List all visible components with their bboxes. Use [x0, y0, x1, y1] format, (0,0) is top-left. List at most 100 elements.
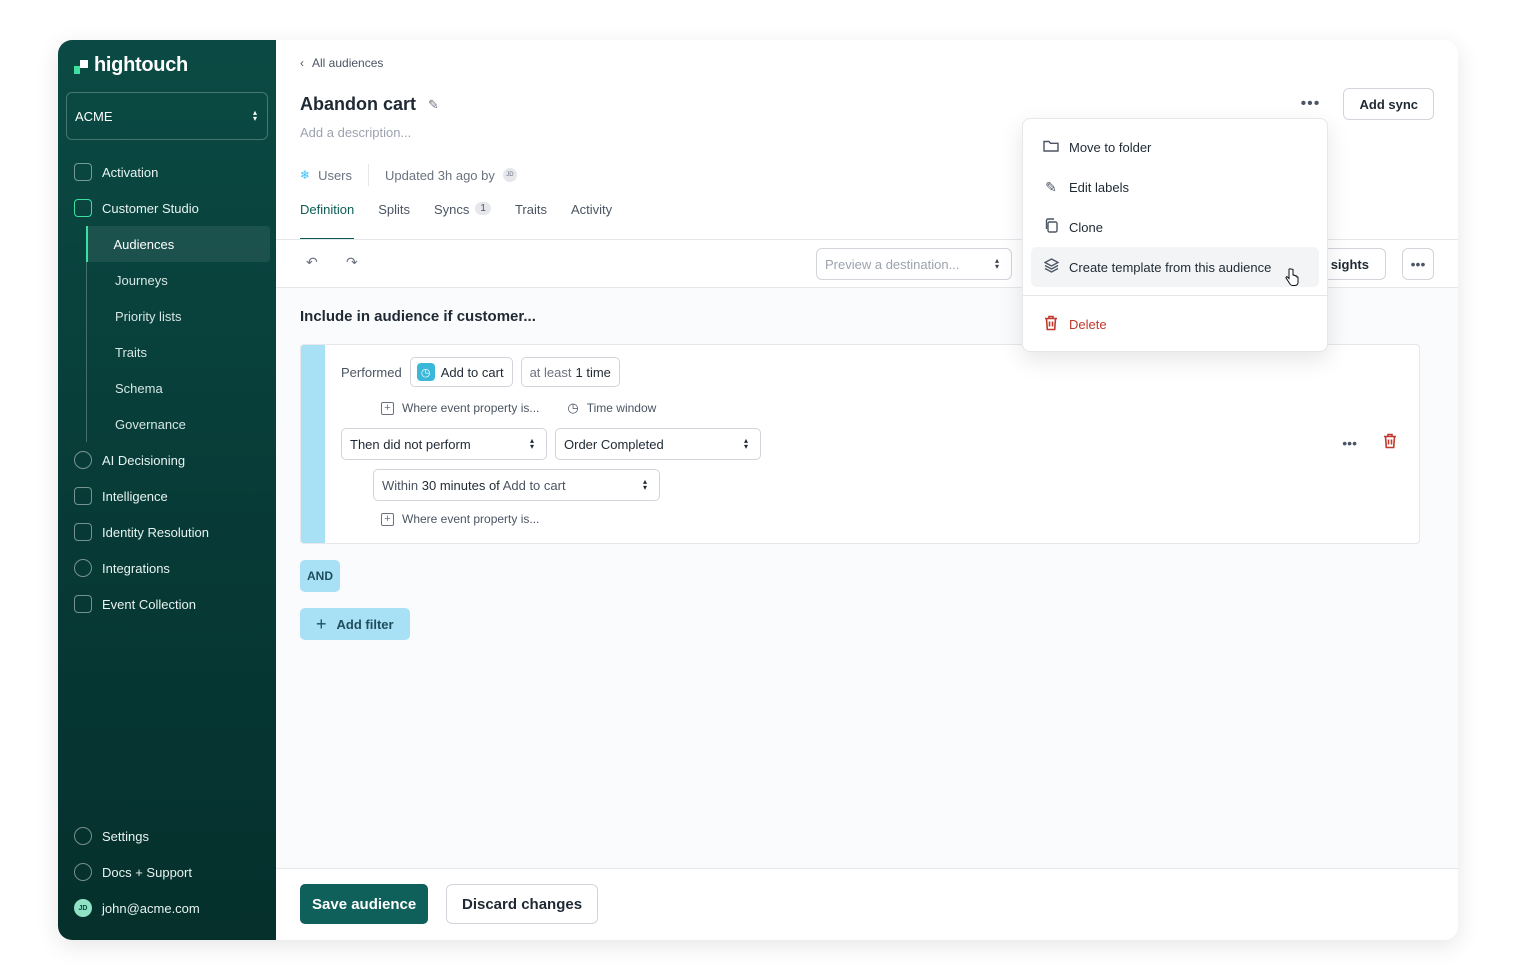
logo[interactable]: hightouch	[74, 54, 188, 77]
menu-item-label: Edit labels	[1069, 179, 1129, 195]
add-property-filter-button[interactable]: + Where event property is...	[381, 400, 539, 416]
sidebar-bottom: Settings Docs + Support JD john@acme.com	[66, 818, 270, 926]
undo-icon[interactable]: ↶	[306, 254, 318, 271]
discard-changes-button[interactable]: Discard changes	[446, 884, 599, 924]
menu-item-label: Move to folder	[1069, 139, 1152, 155]
tab-splits[interactable]: Splits	[378, 202, 410, 240]
then-operator-select[interactable]: Then did not perform ▴ ▾	[341, 428, 547, 460]
description-field[interactable]: Add a description...	[300, 125, 411, 140]
frequency-select[interactable]: at least 1 time	[520, 357, 620, 387]
parent-model[interactable]: Users	[318, 168, 352, 183]
clock-icon: ◷	[567, 400, 579, 415]
sidebar-item-customer-studio[interactable]: Customer Studio	[66, 190, 270, 226]
toolbar-more-button[interactable]: •••	[1402, 248, 1434, 280]
redo-icon[interactable]: ↷	[346, 254, 358, 271]
sidebar-item-label: Customer Studio	[102, 200, 199, 216]
trash-icon[interactable]	[1383, 433, 1397, 454]
integrations-icon	[74, 559, 92, 577]
sidebar-item-schema[interactable]: Schema	[87, 370, 270, 406]
audience-meta: ❄ Users Updated 3h ago by JD	[300, 164, 517, 186]
user-frame-icon	[74, 199, 92, 217]
event-select[interactable]: ◷ Add to cart	[409, 357, 513, 387]
menu-item-edit-labels[interactable]: ✎ Edit labels	[1031, 167, 1319, 207]
copy-icon	[1043, 218, 1059, 236]
add-filter-button[interactable]: + Add filter	[300, 608, 410, 640]
sidebar-item-identity-resolution[interactable]: Identity Resolution	[66, 514, 270, 550]
sidebar-item-integrations[interactable]: Integrations	[66, 550, 270, 586]
frequency-prefix: at least	[529, 364, 572, 380]
preview-destination-select[interactable]: Preview a destination... ▴ ▾	[816, 248, 1012, 280]
clock-icon: ◷	[416, 363, 435, 381]
second-event-select[interactable]: Order Completed ▴ ▾	[555, 428, 761, 460]
chevron-updown-icon: ▴ ▾	[743, 436, 748, 451]
trash-icon	[1043, 315, 1059, 334]
updated-text: Updated 3h ago by	[385, 167, 495, 183]
add-property-filter-button[interactable]: + Where event property is...	[381, 512, 539, 526]
property-filter-label: Where event property is...	[402, 401, 540, 415]
pencil-icon[interactable]: ✎	[428, 97, 439, 113]
builder-canvas: Include in audience if customer... Perfo…	[276, 288, 1458, 868]
menu-item-label: Delete	[1069, 316, 1107, 332]
then-operator-label: Then did not perform	[350, 436, 471, 452]
menu-item-label: Clone	[1069, 219, 1103, 235]
sidebar-nav: Activation Customer Studio Audiences Jou…	[66, 154, 270, 622]
condition-more-button[interactable]: •••	[1342, 435, 1357, 451]
include-title: Include in audience if customer...	[300, 308, 536, 325]
user-email: john@acme.com	[102, 900, 200, 916]
second-property-row: + Where event property is...	[381, 512, 539, 526]
identity-icon	[74, 523, 92, 541]
sidebar-item-activation[interactable]: Activation	[66, 154, 270, 190]
workspace-name: ACME	[75, 108, 113, 124]
sidebar-item-traits[interactable]: Traits	[87, 334, 270, 370]
menu-item-delete[interactable]: Delete	[1031, 304, 1319, 344]
workspace-switcher[interactable]: ACME ▴ ▾	[66, 92, 268, 140]
property-filter-label: Where event property is...	[402, 512, 540, 526]
and-button[interactable]: AND	[300, 560, 340, 592]
sidebar-item-journeys[interactable]: Journeys	[87, 262, 270, 298]
performed-label: Performed	[341, 364, 402, 380]
sidebar-item-ai-decisioning[interactable]: AI Decisioning	[66, 442, 270, 478]
chevron-left-icon: ‹	[300, 56, 304, 70]
sidebar-item-label: AI Decisioning	[102, 452, 186, 468]
sidebar-item-audiences[interactable]: Audiences	[85, 226, 270, 262]
pencil-icon: ✎	[1045, 178, 1057, 195]
sidebar-item-label: Activation	[102, 164, 159, 180]
sidebar-item-governance[interactable]: Governance	[87, 406, 270, 442]
within-select[interactable]: Within 30 minutes of Add to cart ▴ ▾	[373, 469, 660, 501]
sidebar-item-user[interactable]: JD john@acme.com	[66, 890, 270, 926]
breadcrumb[interactable]: ‹ All audiences	[300, 56, 383, 70]
sidebar-item-intelligence[interactable]: Intelligence	[66, 478, 270, 514]
more-options-button[interactable]: •••	[1295, 89, 1325, 119]
layers-icon	[1043, 258, 1059, 276]
then-row: Then did not perform ▴ ▾ Order Completed …	[341, 428, 761, 460]
tab-syncs[interactable]: Syncs 1	[434, 202, 491, 240]
sidebar-item-event-collection[interactable]: Event Collection	[66, 586, 270, 622]
sidebar-item-label: Event Collection	[102, 596, 196, 612]
avatar: JD	[502, 168, 517, 182]
sidebar-item-settings[interactable]: Settings	[66, 818, 270, 854]
sidebar-item-docs-support[interactable]: Docs + Support	[66, 854, 270, 890]
save-audience-button[interactable]: Save audience	[300, 884, 429, 924]
performed-options-row: + Where event property is... ◷ Time wind…	[381, 400, 656, 416]
performed-row: Performed ◷ Add to cart at least 1 time	[341, 357, 620, 387]
menu-item-create-template[interactable]: Create template from this audience	[1031, 247, 1319, 287]
tab-traits[interactable]: Traits	[515, 202, 547, 240]
sidebar-item-label: Identity Resolution	[102, 524, 209, 540]
time-window-button[interactable]: ◷ Time window	[567, 400, 656, 416]
snowflake-icon: ❄	[300, 168, 311, 182]
add-sync-button[interactable]: Add sync	[1343, 88, 1434, 120]
tab-definition[interactable]: Definition	[300, 202, 355, 240]
plus-icon: +	[316, 613, 327, 634]
event-icon	[74, 595, 92, 613]
title-row: Abandon cart ✎	[300, 94, 439, 115]
menu-item-move-to-folder[interactable]: Move to folder	[1031, 127, 1319, 167]
tab-activity[interactable]: Activity	[571, 202, 612, 240]
menu-item-clone[interactable]: Clone	[1031, 207, 1319, 247]
gear-icon	[74, 827, 92, 845]
sidebar-item-priority-lists[interactable]: Priority lists	[87, 298, 270, 334]
header-actions: ••• Add sync	[1295, 88, 1434, 120]
folder-icon	[1043, 139, 1059, 156]
divider	[368, 164, 370, 186]
chevron-updown-icon: ▴ ▾	[252, 108, 257, 123]
event-label: Add to cart	[440, 364, 504, 380]
